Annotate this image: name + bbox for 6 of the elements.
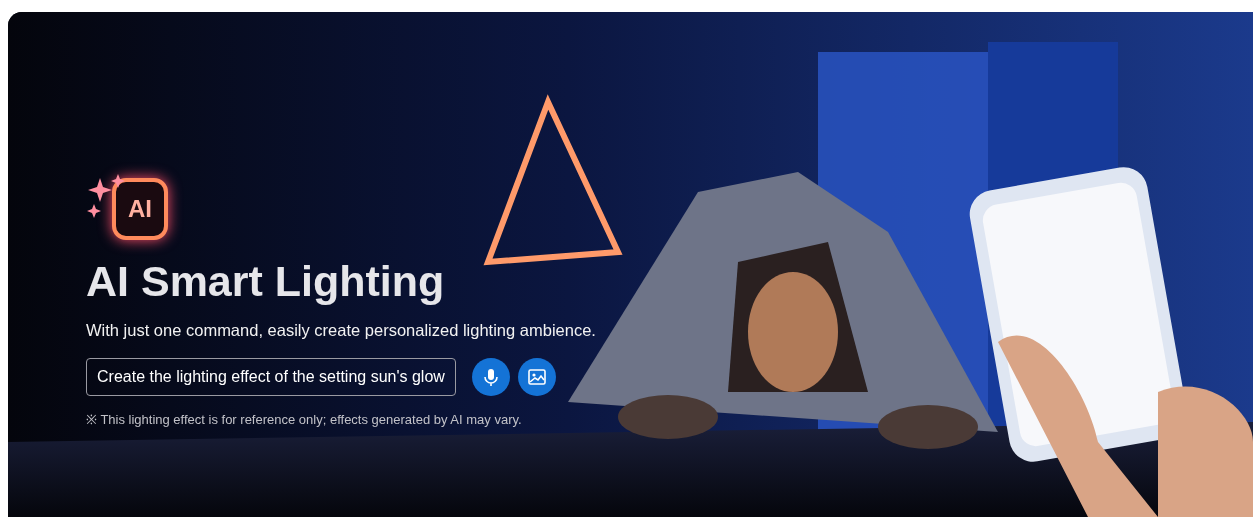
ai-logo: AI <box>112 178 168 240</box>
prompt-field[interactable]: Create the lighting effect of the setting sun's glow <box>86 358 456 397</box>
hero-title: AI Smart Lighting <box>86 256 446 307</box>
disclaimer-text: ※ This lighting effect is for reference only; effects generated by AI may vary. <box>86 411 523 430</box>
image-icon <box>526 367 547 388</box>
hero-subtitle: With just one command, easily create personalized lighting ambience. <box>86 319 597 341</box>
